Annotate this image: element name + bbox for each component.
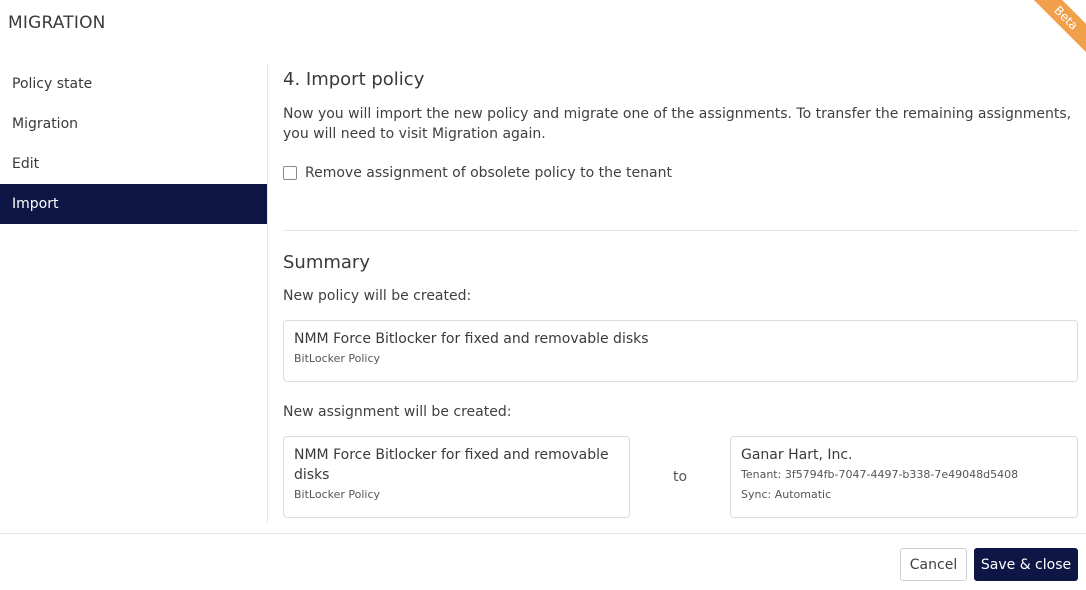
step-description: Now you will import the new policy and m… (283, 106, 1072, 142)
new-policy-label: New policy will be created: (283, 288, 472, 304)
new-policy-name: NMM Force Bitlocker for fixed and remova… (294, 331, 649, 347)
save-close-button[interactable]: Save & close (974, 548, 1078, 581)
dialog-title: MIGRATION (8, 13, 106, 33)
tenant-id: Tenant: 3f5794fb-7047-4497-b338-7e49048d… (741, 468, 1019, 481)
assignment-policy-type: BitLocker Policy (294, 488, 381, 501)
new-policy-type: BitLocker Policy (294, 352, 381, 365)
remove-assignment-label: Remove assignment of obsolete policy to … (305, 165, 672, 181)
remove-assignment-option[interactable]: Remove assignment of obsolete policy to … (283, 165, 672, 181)
sidebar-item-import[interactable]: Import (0, 184, 267, 224)
sidebar: Policy state Migration Edit Import (0, 64, 268, 523)
section-divider (283, 230, 1078, 231)
assignment-policy-card: NMM Force Bitlocker for fixed and remova… (283, 436, 630, 518)
remove-assignment-checkbox[interactable] (283, 166, 297, 180)
tenant-sync: Sync: Automatic (741, 488, 832, 501)
tenant-name: Ganar Hart, Inc. (741, 447, 853, 463)
new-assignment-label: New assignment will be created: (283, 404, 512, 420)
cancel-button[interactable]: Cancel (900, 548, 967, 581)
beta-badge: Beta (1023, 0, 1086, 61)
assignment-policy-name: NMM Force Bitlocker for fixed and remova… (294, 447, 609, 483)
summary-title: Summary (283, 252, 370, 273)
to-label: to (673, 469, 688, 485)
sidebar-item-policy-state[interactable]: Policy state (0, 64, 267, 104)
tenant-card: Ganar Hart, Inc. Tenant: 3f5794fb-7047-4… (730, 436, 1078, 518)
sidebar-item-migration[interactable]: Migration (0, 104, 267, 144)
sidebar-item-edit[interactable]: Edit (0, 144, 267, 184)
step-title: 4. Import policy (283, 69, 425, 90)
new-policy-card: NMM Force Bitlocker for fixed and remova… (283, 320, 1078, 382)
footer-divider (0, 533, 1086, 534)
